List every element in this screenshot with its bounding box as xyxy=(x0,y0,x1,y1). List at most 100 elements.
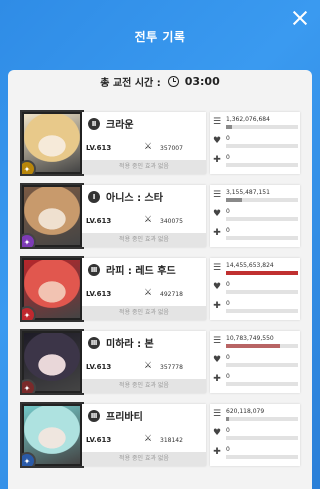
character-info: Ⅰ 아니스 : 스타 LV.613 ⚔ 340075 적용 중인 효과 없음 xyxy=(82,185,206,247)
damage-taken-value: 0 xyxy=(226,281,230,288)
close-icon[interactable] xyxy=(292,10,308,26)
heal-value: 0 xyxy=(226,154,230,161)
damage-value: 1,362,076,684 xyxy=(226,116,270,123)
damage-taken-bar xyxy=(226,363,298,367)
combat-power: 357778 xyxy=(160,364,183,371)
burst-icon: ✦ xyxy=(22,379,36,393)
damage-taken-value: 0 xyxy=(226,135,230,142)
character-portrait[interactable]: ✦ xyxy=(20,110,84,176)
character-level: LV.613 xyxy=(86,363,112,371)
crossed-swords-icon: ⚔ xyxy=(144,142,153,152)
rank-badge: Ⅲ xyxy=(88,337,100,349)
damage-taken-bar xyxy=(226,436,298,440)
heal-bar xyxy=(226,163,298,167)
burst-icon: ✦ xyxy=(22,452,36,466)
rank-badge: Ⅱ xyxy=(88,118,100,130)
page-title: 전투 기록 xyxy=(134,30,186,44)
character-card: ✦ Ⅲ 라피 : 레드 후드 LV.613 ⚔ 492718 적용 중인 효과 … xyxy=(20,256,300,322)
combat-power: 492718 xyxy=(160,291,183,298)
damage-stat: ☰ 620,118,079 xyxy=(210,407,300,425)
damage-taken-stat: ♥ 0 xyxy=(210,353,300,371)
crossed-swords-icon: ⚔ xyxy=(144,434,153,444)
character-info: Ⅲ 프리바티 LV.613 ⚔ 318142 적용 중인 효과 없음 xyxy=(82,404,206,466)
heal-bar xyxy=(226,309,298,313)
heal-icon: ✚ xyxy=(213,301,221,311)
damage-taken-stat: ♥ 0 xyxy=(210,134,300,152)
damage-bar-fill xyxy=(226,198,242,202)
heal-value: 0 xyxy=(226,446,230,453)
damage-value: 620,118,079 xyxy=(226,408,265,415)
effect-status: 적용 중인 효과 없음 xyxy=(82,452,206,466)
header: 전투 기록 xyxy=(0,0,320,70)
damage-taken-stat: ♥ 0 xyxy=(210,280,300,298)
heal-bar xyxy=(226,236,298,240)
character-portrait[interactable]: ✦ xyxy=(20,256,84,322)
heal-value: 0 xyxy=(226,227,230,234)
shield-heart-icon: ♥ xyxy=(212,428,222,438)
damage-value: 3,155,487,151 xyxy=(226,189,270,196)
damage-dealt-icon: ☰ xyxy=(212,117,222,127)
burst-icon: ✦ xyxy=(22,233,36,247)
rank-badge: Ⅲ xyxy=(88,264,100,276)
battle-record-panel: 총 교전 시간 : 03:00 ✦ Ⅱ 크라운 LV.613 ⚔ 357007 … xyxy=(8,70,312,489)
engagement-time-label: 총 교전 시간 : xyxy=(100,78,161,89)
damage-dealt-icon: ☰ xyxy=(212,409,222,419)
character-name: 미하라 : 본 xyxy=(106,339,154,350)
shield-heart-icon: ♥ xyxy=(212,355,222,365)
damage-bar xyxy=(226,125,298,129)
damage-bar-fill xyxy=(226,125,233,129)
effect-status: 적용 중인 효과 없음 xyxy=(82,379,206,393)
character-name: 프리바티 xyxy=(106,412,143,423)
heal-stat: ✚ 0 xyxy=(210,226,300,244)
effect-status: 적용 중인 효과 없음 xyxy=(82,160,206,174)
damage-taken-bar xyxy=(226,217,298,221)
character-card: ✦ Ⅰ 아니스 : 스타 LV.613 ⚔ 340075 적용 중인 효과 없음… xyxy=(20,183,300,249)
character-level: LV.613 xyxy=(86,436,112,444)
character-name: 크라운 xyxy=(106,120,134,131)
character-level: LV.613 xyxy=(86,144,112,152)
character-portrait[interactable]: ✦ xyxy=(20,329,84,395)
character-portrait[interactable]: ✦ xyxy=(20,183,84,249)
heal-icon: ✚ xyxy=(213,155,221,165)
damage-stat: ☰ 3,155,487,151 xyxy=(210,188,300,206)
damage-taken-stat: ♥ 0 xyxy=(210,426,300,444)
damage-dealt-icon: ☰ xyxy=(212,263,222,273)
burst-icon: ✦ xyxy=(22,306,36,320)
damage-value: 10,783,749,550 xyxy=(226,335,274,342)
character-card: ✦ Ⅲ 프리바티 LV.613 ⚔ 318142 적용 중인 효과 없음 ☰ 6… xyxy=(20,402,300,468)
heal-icon: ✚ xyxy=(213,228,221,238)
damage-taken-stat: ♥ 0 xyxy=(210,207,300,225)
heal-bar xyxy=(226,382,298,386)
damage-bar-fill xyxy=(226,271,298,275)
heal-stat: ✚ 0 xyxy=(210,372,300,390)
damage-stat: ☰ 1,362,076,684 xyxy=(210,115,300,133)
crossed-swords-icon: ⚔ xyxy=(144,361,153,371)
character-name: 라피 : 레드 후드 xyxy=(106,266,176,277)
crossed-swords-icon: ⚔ xyxy=(144,288,153,298)
damage-taken-bar xyxy=(226,290,298,294)
character-stats: ☰ 620,118,079 ♥ 0 ✚ 0 xyxy=(210,404,300,466)
heal-stat: ✚ 0 xyxy=(210,445,300,463)
heal-stat: ✚ 0 xyxy=(210,153,300,171)
character-info: Ⅲ 미하라 : 본 LV.613 ⚔ 357778 적용 중인 효과 없음 xyxy=(82,331,206,393)
character-level: LV.613 xyxy=(86,290,112,298)
heal-bar xyxy=(226,455,298,459)
damage-dealt-icon: ☰ xyxy=(212,336,222,346)
rank-badge: Ⅰ xyxy=(88,191,100,203)
damage-bar xyxy=(226,417,298,421)
shield-heart-icon: ♥ xyxy=(212,136,222,146)
effect-status: 적용 중인 효과 없음 xyxy=(82,306,206,320)
character-info: Ⅲ 라피 : 레드 후드 LV.613 ⚔ 492718 적용 중인 효과 없음 xyxy=(82,258,206,320)
character-level: LV.613 xyxy=(86,217,112,225)
character-stats: ☰ 1,362,076,684 ♥ 0 ✚ 0 xyxy=(210,112,300,174)
character-portrait[interactable]: ✦ xyxy=(20,402,84,468)
effect-status: 적용 중인 효과 없음 xyxy=(82,233,206,247)
character-name: 아니스 : 스타 xyxy=(106,193,163,204)
combat-power: 340075 xyxy=(160,218,183,225)
damage-bar xyxy=(226,198,298,202)
damage-taken-bar xyxy=(226,144,298,148)
damage-stat: ☰ 10,783,749,550 xyxy=(210,334,300,352)
heal-value: 0 xyxy=(226,373,230,380)
shield-heart-icon: ♥ xyxy=(212,209,222,219)
burst-icon: ✦ xyxy=(22,160,36,174)
